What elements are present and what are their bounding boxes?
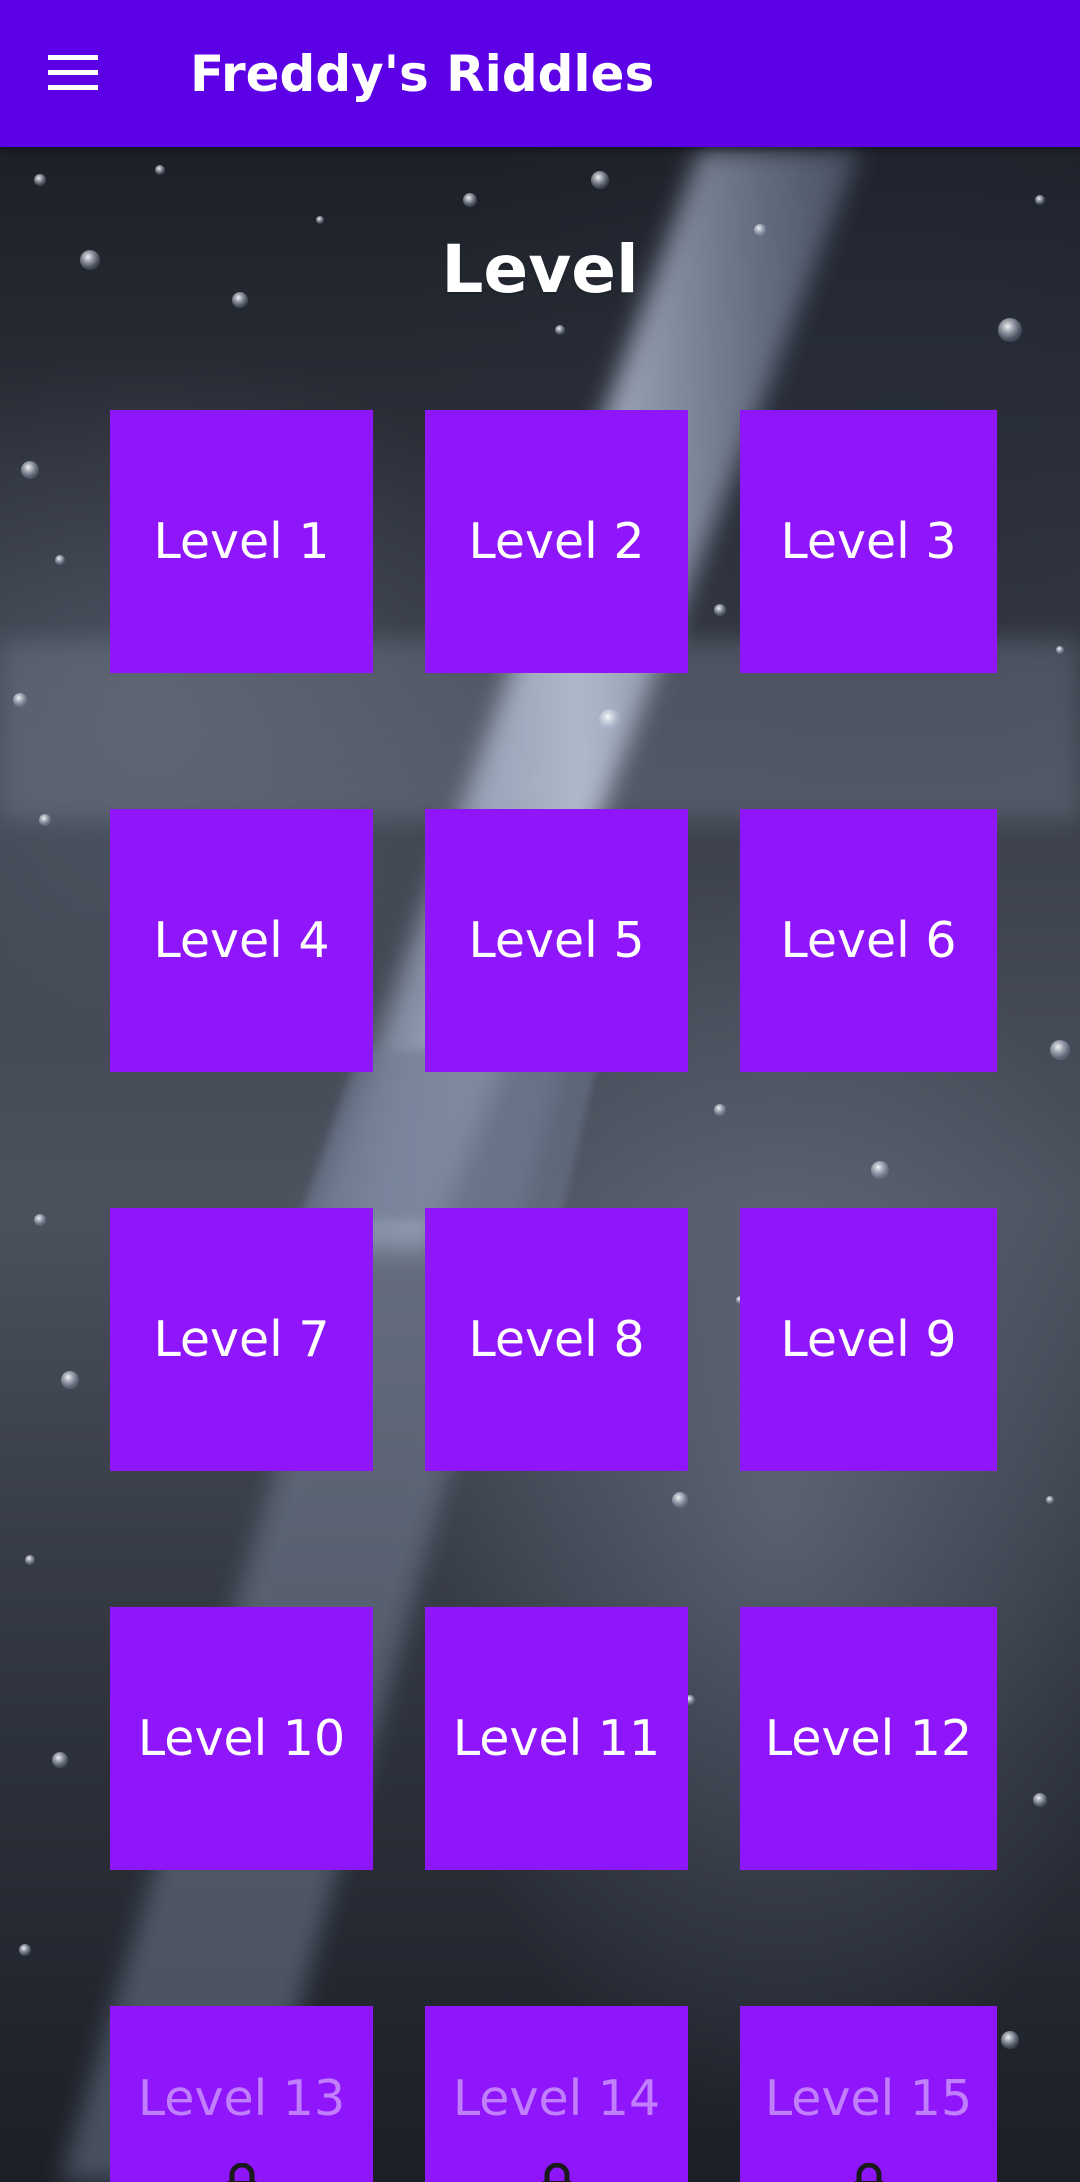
locked-level-button[interactable]: Level 14 (425, 2006, 688, 2182)
level-button[interactable]: Level 8 (425, 1208, 688, 1471)
level-label: Level 11 (452, 1710, 661, 1767)
level-button[interactable]: Level 1 (110, 410, 373, 673)
level-label: Level 9 (780, 1311, 957, 1368)
level-label: Level 3 (780, 513, 957, 570)
locked-level-button[interactable]: Level 15 (740, 2006, 997, 2182)
lock-icon (853, 2163, 884, 2182)
level-select-screen: Freddy's Riddles Level Level 1 Level 2 L… (0, 0, 1080, 2182)
level-label: Level 2 (468, 513, 645, 570)
page-heading: Level (441, 231, 639, 308)
level-label: Level 6 (780, 912, 957, 969)
level-button[interactable]: Level 7 (110, 1208, 373, 1471)
level-button[interactable]: Level 6 (740, 809, 997, 1072)
level-button[interactable]: Level 5 (425, 809, 688, 1072)
level-label: Level 14 (452, 2070, 661, 2127)
lock-icon (541, 2163, 572, 2182)
level-button[interactable]: Level 10 (110, 1607, 373, 1870)
level-label: Level 5 (468, 912, 645, 969)
app-bar: Freddy's Riddles (0, 0, 1080, 147)
hamburger-menu-icon (48, 55, 98, 90)
level-label: Level 13 (137, 2070, 346, 2127)
level-label: Level 15 (764, 2070, 973, 2127)
app-title: Freddy's Riddles (190, 45, 655, 103)
level-label: Level 1 (153, 513, 330, 570)
level-button[interactable]: Level 4 (110, 809, 373, 1072)
level-button[interactable]: Level 9 (740, 1208, 997, 1471)
locked-level-button[interactable]: Level 13 (110, 2006, 373, 2182)
level-label: Level 10 (137, 1710, 346, 1767)
level-button[interactable]: Level 3 (740, 410, 997, 673)
level-label: Level 4 (153, 912, 330, 969)
level-label: Level 8 (468, 1311, 645, 1368)
lock-icon (226, 2163, 257, 2182)
level-label: Level 7 (153, 1311, 330, 1368)
level-button[interactable]: Level 12 (740, 1607, 997, 1870)
menu-button[interactable] (28, 33, 118, 113)
level-button[interactable]: Level 11 (425, 1607, 688, 1870)
level-button[interactable]: Level 2 (425, 410, 688, 673)
level-label: Level 12 (764, 1710, 973, 1767)
